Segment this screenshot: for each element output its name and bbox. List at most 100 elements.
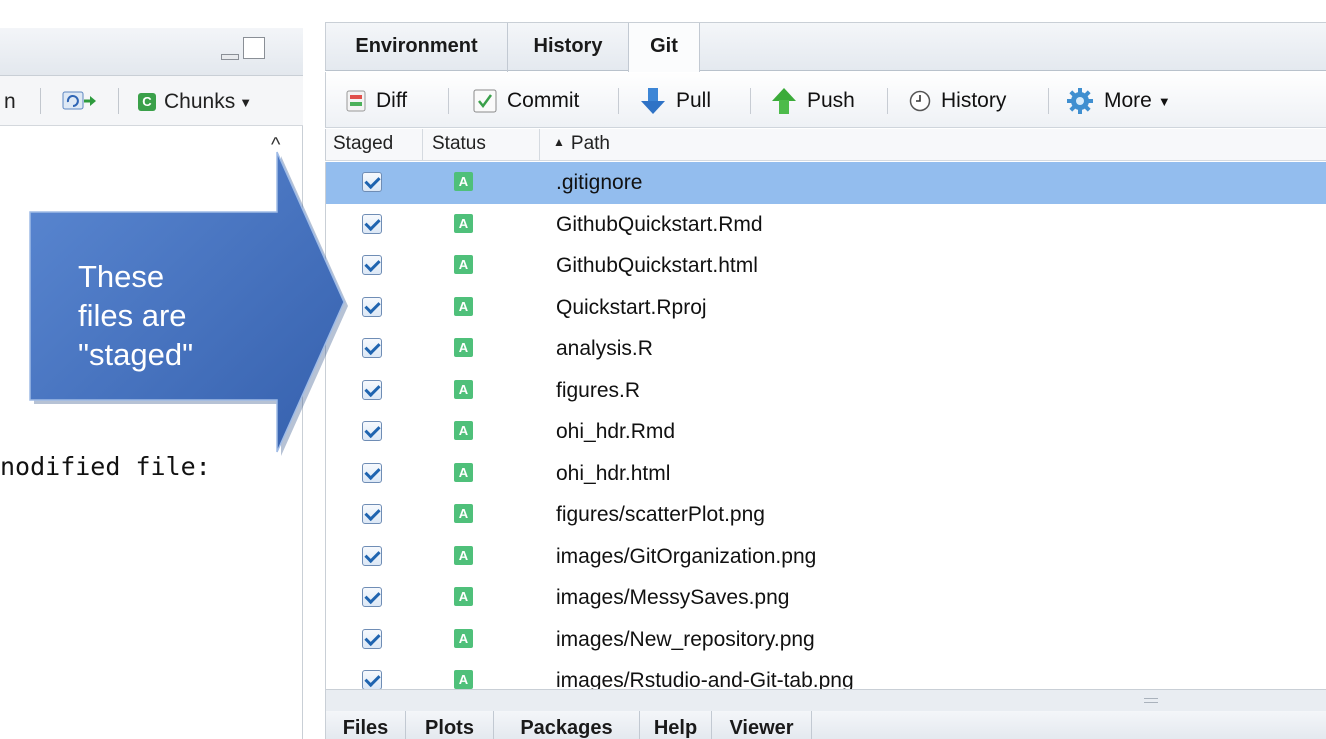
file-row[interactable]: Aimages/GitOrganization.png xyxy=(326,536,1326,578)
status-added-badge: A xyxy=(454,462,473,482)
file-path: images/MessySaves.png xyxy=(556,586,790,609)
environment-pane: Environment History Git Diff Commit Pull… xyxy=(325,20,1326,739)
file-row[interactable]: A GithubQuickstart.Rmd xyxy=(326,204,1326,246)
file-path: Quickstart.Rproj xyxy=(556,295,707,319)
toolbar-separator xyxy=(40,88,41,114)
staged-checkbox[interactable] xyxy=(362,379,382,400)
column-header-path-label: Path xyxy=(570,133,610,154)
history-label: History xyxy=(941,89,1007,112)
file-path: images/GitOrganization.png xyxy=(556,544,817,568)
rstudio-window: n C Chunks ▼ ^ nodified file: Environmen… xyxy=(0,0,1326,739)
commit-button[interactable]: Commit xyxy=(473,86,579,116)
staged-checkbox[interactable] xyxy=(362,255,382,275)
file-list-header: Staged Status ▲ Path xyxy=(325,129,1326,161)
commit-icon xyxy=(473,89,497,113)
minimize-pane-icon[interactable] xyxy=(221,54,239,60)
status-added-badge: A xyxy=(454,379,473,399)
staged-checkbox[interactable] xyxy=(362,462,382,483)
staged-checkbox[interactable] xyxy=(362,421,382,441)
file-row[interactable]: A GithubQuickstart.html xyxy=(326,245,1326,287)
file-row[interactable]: Afigures.R xyxy=(326,370,1326,412)
push-arrow-icon xyxy=(772,88,796,114)
file-path: figures/scatterPlot.png xyxy=(556,503,765,526)
push-label: Push xyxy=(807,89,855,112)
toolbar-separator xyxy=(118,88,119,114)
tab-files[interactable]: Files xyxy=(326,711,406,739)
staged-checkbox[interactable] xyxy=(362,213,382,234)
staged-checkbox[interactable] xyxy=(362,504,382,524)
more-label: More xyxy=(1104,89,1152,112)
staged-checkbox[interactable] xyxy=(362,296,382,317)
tab-git[interactable]: Git xyxy=(629,23,700,73)
file-row[interactable]: A Quickstart.Rproj xyxy=(326,287,1326,329)
status-added-badge: A xyxy=(454,213,473,233)
history-button[interactable]: History xyxy=(909,86,1006,116)
status-added-badge: A xyxy=(454,172,473,191)
file-path: ohi_hdr.html xyxy=(556,461,671,485)
status-added-badge: A xyxy=(454,628,473,648)
tab-history[interactable]: History xyxy=(508,23,629,72)
staged-checkbox[interactable] xyxy=(362,628,382,649)
staged-checkbox[interactable] xyxy=(362,545,382,566)
toolbar-separator xyxy=(448,88,449,114)
file-path: GithubQuickstart.html xyxy=(556,254,758,277)
sort-ascending-icon: ▲ xyxy=(553,135,565,149)
file-row[interactable]: A .gitignore xyxy=(326,162,1326,204)
file-path: analysis.R xyxy=(556,337,653,360)
column-header-status[interactable]: Status xyxy=(432,133,486,155)
file-row[interactable]: Aohi_hdr.html xyxy=(326,453,1326,495)
toolbar-separator xyxy=(1048,88,1049,114)
diff-button[interactable]: Diff xyxy=(346,86,407,116)
run-button-label[interactable]: n xyxy=(4,90,16,114)
editor-toolbar: n C Chunks ▼ xyxy=(0,76,303,126)
file-row[interactable]: Afigures/scatterPlot.png xyxy=(326,494,1326,536)
gear-icon xyxy=(1067,88,1093,114)
file-path: images/New_repository.png xyxy=(556,627,815,651)
chevron-down-icon: ▼ xyxy=(1157,93,1171,109)
commit-label: Commit xyxy=(507,89,580,112)
chevron-down-icon: ▼ xyxy=(239,94,253,110)
chunks-menu-button[interactable]: C Chunks ▼ xyxy=(138,88,252,116)
pane-splitter[interactable] xyxy=(325,689,1326,711)
splitter-grip-icon xyxy=(1144,698,1158,703)
tab-environment[interactable]: Environment xyxy=(326,23,508,72)
file-row[interactable]: Aimages/MessySaves.png xyxy=(326,577,1326,619)
git-file-list: A .gitignore A GithubQuickstart.Rmd A GithubQ… xyxy=(325,162,1326,689)
column-separator xyxy=(539,129,540,161)
column-header-path[interactable]: ▲ Path xyxy=(553,133,610,155)
staged-checkbox[interactable] xyxy=(362,338,382,358)
status-added-badge: A xyxy=(454,545,473,565)
pull-button[interactable]: Pull xyxy=(640,86,711,116)
files-pane-tabbar: Files Plots Packages Help Viewer xyxy=(325,711,1326,739)
file-row[interactable]: Aanalysis.R xyxy=(326,328,1326,370)
toolbar-separator xyxy=(887,88,888,114)
maximize-pane-icon[interactable] xyxy=(243,37,265,59)
file-path: .gitignore xyxy=(556,171,643,194)
pull-arrow-icon xyxy=(641,88,665,114)
staged-checkbox[interactable] xyxy=(362,172,382,192)
status-added-badge: A xyxy=(454,338,473,357)
push-button[interactable]: Push xyxy=(771,86,855,116)
status-added-badge: A xyxy=(454,670,473,689)
callout-line: files are xyxy=(78,298,187,333)
tab-viewer[interactable]: Viewer xyxy=(712,711,812,739)
file-row[interactable]: Aimages/Rstudio-and-Git-tab.png xyxy=(326,660,1326,689)
tab-packages[interactable]: Packages xyxy=(494,711,640,739)
file-path: images/Rstudio-and-Git-tab.png xyxy=(556,669,854,689)
status-added-badge: A xyxy=(454,587,473,606)
status-added-badge: A xyxy=(454,296,473,316)
rerun-icon[interactable] xyxy=(62,90,98,112)
diff-label: Diff xyxy=(376,89,408,112)
staged-checkbox[interactable] xyxy=(362,670,382,689)
file-row[interactable]: Aohi_hdr.Rmd xyxy=(326,411,1326,453)
editor-pane-header xyxy=(0,28,303,76)
file-path: figures.R xyxy=(556,378,641,402)
staged-checkbox[interactable] xyxy=(362,587,382,607)
git-toolbar: Diff Commit Pull Push History More ▼ xyxy=(325,72,1326,128)
chunks-icon: C xyxy=(138,93,156,111)
more-menu-button[interactable]: More ▼ xyxy=(1066,86,1171,116)
tab-help[interactable]: Help xyxy=(640,711,712,739)
file-row[interactable]: Aimages/New_repository.png xyxy=(326,619,1326,661)
tab-plots[interactable]: Plots xyxy=(406,711,494,739)
file-path: GithubQuickstart.Rmd xyxy=(556,212,763,236)
